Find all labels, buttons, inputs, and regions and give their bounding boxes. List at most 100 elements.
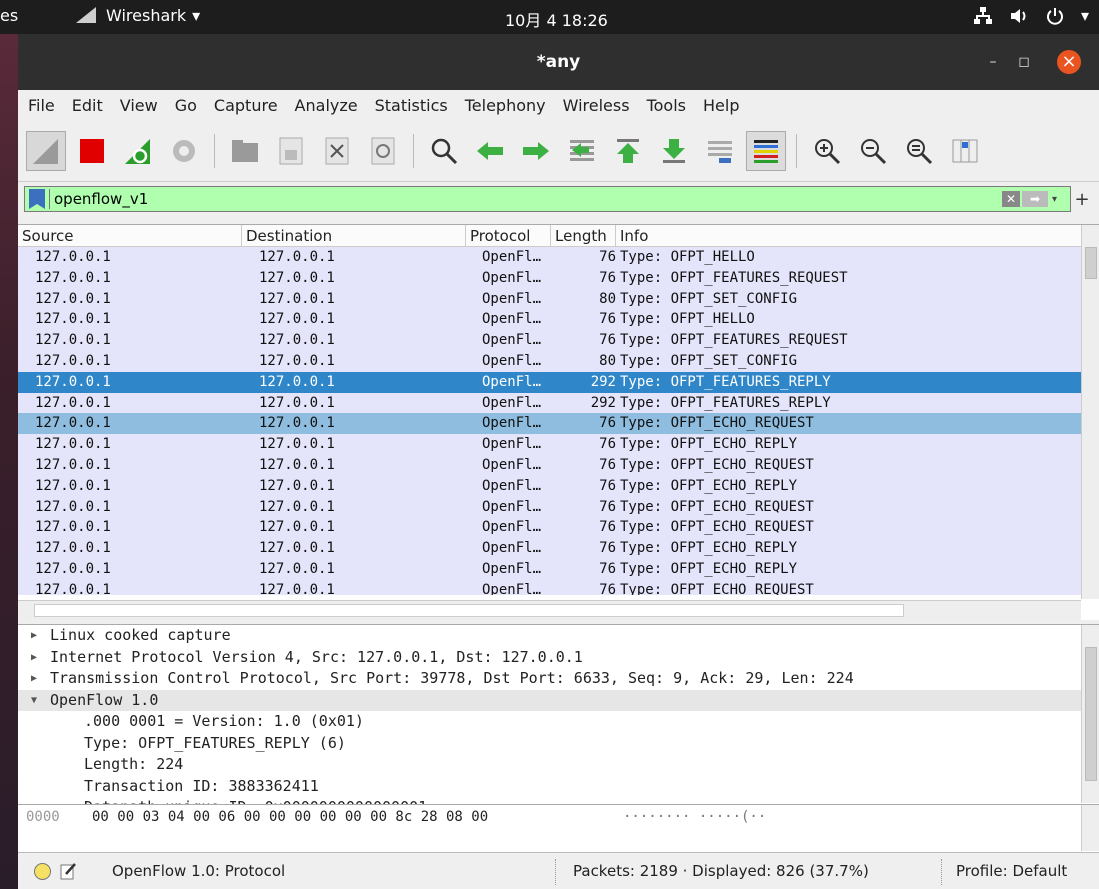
- add-filter-button[interactable]: +: [1071, 189, 1093, 210]
- packet-row[interactable]: 127.0.0.1 127.0.0.1 OpenFl… 80 Type: OFPT_SE…: [18, 288, 1099, 310]
- save-file-icon[interactable]: [271, 131, 311, 171]
- normal-size-icon[interactable]: [899, 131, 939, 171]
- menu-telephony[interactable]: Telephony: [465, 96, 546, 115]
- packet-length: 76: [599, 560, 616, 577]
- packet-row[interactable]: 127.0.0.1 127.0.0.1 OpenFl… 292 Type: OFPT_F…: [18, 371, 1099, 393]
- resize-columns-icon[interactable]: [945, 131, 985, 171]
- expand-arrow-icon[interactable]: ▼: [18, 690, 50, 712]
- column-protocol[interactable]: Protocol: [466, 225, 551, 246]
- packet-row[interactable]: 127.0.0.1 127.0.0.1 OpenFl… 292 Type: OFPT_F…: [18, 392, 1099, 414]
- reload-file-icon[interactable]: [363, 131, 403, 171]
- menu-help[interactable]: Help: [703, 96, 739, 115]
- scroll-thumb[interactable]: [34, 604, 904, 617]
- stop-capture-icon[interactable]: [72, 131, 112, 171]
- restart-capture-icon[interactable]: [118, 131, 158, 171]
- clock[interactable]: 10月 4 18:26: [505, 7, 608, 31]
- chevron-down-icon[interactable]: ▾: [1052, 194, 1066, 205]
- detail-tree-item[interactable]: ▼ OpenFlow 1.0: [18, 689, 1099, 712]
- collapse-arrow-icon[interactable]: [72, 776, 84, 798]
- window-titlebar[interactable]: *any – ◻ ×: [18, 34, 1099, 90]
- collapse-arrow-icon[interactable]: [72, 733, 84, 755]
- column-source[interactable]: Source: [18, 225, 242, 246]
- bytes-vscrollbar[interactable]: [1081, 805, 1099, 851]
- minimize-button[interactable]: –: [981, 50, 1005, 74]
- column-info[interactable]: Info: [616, 225, 1099, 246]
- bytes-ascii[interactable]: ········ ·····(··: [623, 809, 766, 825]
- zoom-out-icon[interactable]: [853, 131, 893, 171]
- packet-length: 76: [599, 498, 616, 515]
- detail-tree-item[interactable]: ▶ Transmission Control Protocol, Src Port…: [18, 668, 1099, 690]
- packet-row[interactable]: 127.0.0.1 127.0.0.1 OpenFl… 76 Type: OFPT_EC…: [18, 454, 1099, 476]
- packet-list-hscrollbar[interactable]: [18, 600, 1081, 620]
- display-filter-text[interactable]: openflow_v1: [54, 190, 1002, 208]
- close-button[interactable]: ×: [1057, 50, 1081, 74]
- packet-list-vscrollbar[interactable]: [1081, 225, 1099, 599]
- go-back-icon[interactable]: [470, 131, 510, 171]
- detail-tree-item[interactable]: Transaction ID: 3883362411: [18, 776, 1099, 798]
- scroll-thumb[interactable]: [1085, 247, 1097, 279]
- first-packet-icon[interactable]: [608, 131, 648, 171]
- go-to-packet-icon[interactable]: [562, 131, 602, 171]
- activities-label[interactable]: es: [0, 6, 18, 25]
- collapse-arrow-icon[interactable]: [72, 711, 84, 733]
- close-file-icon[interactable]: [317, 131, 357, 171]
- packet-row[interactable]: 127.0.0.1 127.0.0.1 OpenFl… 76 Type: OFPT_FE…: [18, 267, 1099, 289]
- packet-row[interactable]: 127.0.0.1 127.0.0.1 OpenFl… 76 Type: OFPT_EC…: [18, 517, 1099, 539]
- packet-protocol: OpenFl…: [482, 352, 542, 369]
- scroll-thumb[interactable]: [1085, 647, 1097, 781]
- detail-text: .000 0001 = Version: 1.0 (0x01): [84, 712, 364, 730]
- packet-row[interactable]: 127.0.0.1 127.0.0.1 OpenFl… 76 Type: OFPT_EC…: [18, 496, 1099, 518]
- column-destination[interactable]: Destination: [242, 225, 466, 246]
- detail-tree-item[interactable]: Type: OFPT_FEATURES_REPLY (6): [18, 733, 1099, 755]
- bytes-hex[interactable]: 00 00 03 04 00 06 00 00 00 00 00 00 8c 2…: [92, 809, 488, 825]
- restore-button[interactable]: ◻: [1012, 50, 1036, 74]
- menu-edit[interactable]: Edit: [72, 96, 103, 115]
- detail-tree-item[interactable]: ▶ Internet Protocol Version 4, Src: 127.0…: [18, 647, 1099, 669]
- collapse-arrow-icon[interactable]: ▶: [18, 625, 50, 647]
- bookmark-icon[interactable]: [29, 189, 45, 209]
- detail-tree-item[interactable]: ▶ Linux cooked capture: [18, 625, 1099, 647]
- colorize-icon[interactable]: [746, 130, 786, 171]
- column-length[interactable]: Length: [551, 225, 616, 246]
- capture-comment-icon[interactable]: [60, 862, 78, 880]
- display-filter-input[interactable]: openflow_v1 ✕ ➡ ▾: [24, 186, 1071, 212]
- clear-filter-icon[interactable]: ✕: [1002, 191, 1020, 207]
- menu-go[interactable]: Go: [175, 96, 197, 115]
- packet-row[interactable]: 127.0.0.1 127.0.0.1 OpenFl… 76 Type: OFPT_HE…: [18, 309, 1099, 331]
- go-forward-icon[interactable]: [516, 131, 556, 171]
- packet-row[interactable]: 127.0.0.1 127.0.0.1 OpenFl… 80 Type: OFPT_SE…: [18, 350, 1099, 372]
- packet-row[interactable]: 127.0.0.1 127.0.0.1 OpenFl… 76 Type: OFPT_FE…: [18, 330, 1099, 351]
- expert-info-icon[interactable]: [34, 863, 51, 880]
- find-packet-icon[interactable]: [424, 131, 464, 171]
- apply-filter-icon[interactable]: ➡: [1022, 191, 1048, 207]
- menu-analyze[interactable]: Analyze: [295, 96, 358, 115]
- detail-tree-item[interactable]: .000 0001 = Version: 1.0 (0x01): [18, 711, 1099, 733]
- menu-tools[interactable]: Tools: [647, 96, 686, 115]
- packet-row[interactable]: 127.0.0.1 127.0.0.1 OpenFl… 76 Type: OFPT_EC…: [18, 434, 1099, 455]
- packet-row[interactable]: 127.0.0.1 127.0.0.1 OpenFl… 76 Type: OFPT_EC…: [18, 558, 1099, 580]
- packet-row[interactable]: 127.0.0.1 127.0.0.1 OpenFl… 76 Type: OFPT_HE…: [18, 247, 1099, 268]
- capture-options-icon[interactable]: [164, 131, 204, 171]
- details-vscrollbar[interactable]: [1081, 625, 1099, 803]
- collapse-arrow-icon[interactable]: ▶: [18, 668, 50, 690]
- packet-row[interactable]: 127.0.0.1 127.0.0.1 OpenFl… 76 Type: OFPT_EC…: [18, 579, 1099, 595]
- system-tray[interactable]: ▾: [973, 6, 1089, 26]
- packet-row[interactable]: 127.0.0.1 127.0.0.1 OpenFl… 76 Type: OFPT_EC…: [18, 538, 1099, 559]
- last-packet-icon[interactable]: [654, 131, 694, 171]
- packet-row[interactable]: 127.0.0.1 127.0.0.1 OpenFl… 76 Type: OFPT_EC…: [18, 413, 1099, 435]
- menu-capture[interactable]: Capture: [214, 96, 278, 115]
- menu-wireless[interactable]: Wireless: [563, 96, 630, 115]
- collapse-arrow-icon[interactable]: [72, 754, 84, 776]
- menu-file[interactable]: File: [28, 96, 55, 115]
- app-menu[interactable]: Wireshark ▾: [74, 5, 200, 25]
- zoom-in-icon[interactable]: [807, 131, 847, 171]
- packet-row[interactable]: 127.0.0.1 127.0.0.1 OpenFl… 76 Type: OFPT_EC…: [18, 475, 1099, 497]
- shark-fin-icon[interactable]: [26, 130, 66, 171]
- autoscroll-icon[interactable]: [700, 131, 740, 171]
- menu-view[interactable]: View: [120, 96, 158, 115]
- detail-tree-item[interactable]: Length: 224: [18, 754, 1099, 776]
- status-profile[interactable]: Profile: Default: [956, 862, 1067, 880]
- menu-statistics[interactable]: Statistics: [375, 96, 448, 115]
- open-file-icon[interactable]: [225, 131, 265, 171]
- collapse-arrow-icon[interactable]: ▶: [18, 647, 50, 669]
